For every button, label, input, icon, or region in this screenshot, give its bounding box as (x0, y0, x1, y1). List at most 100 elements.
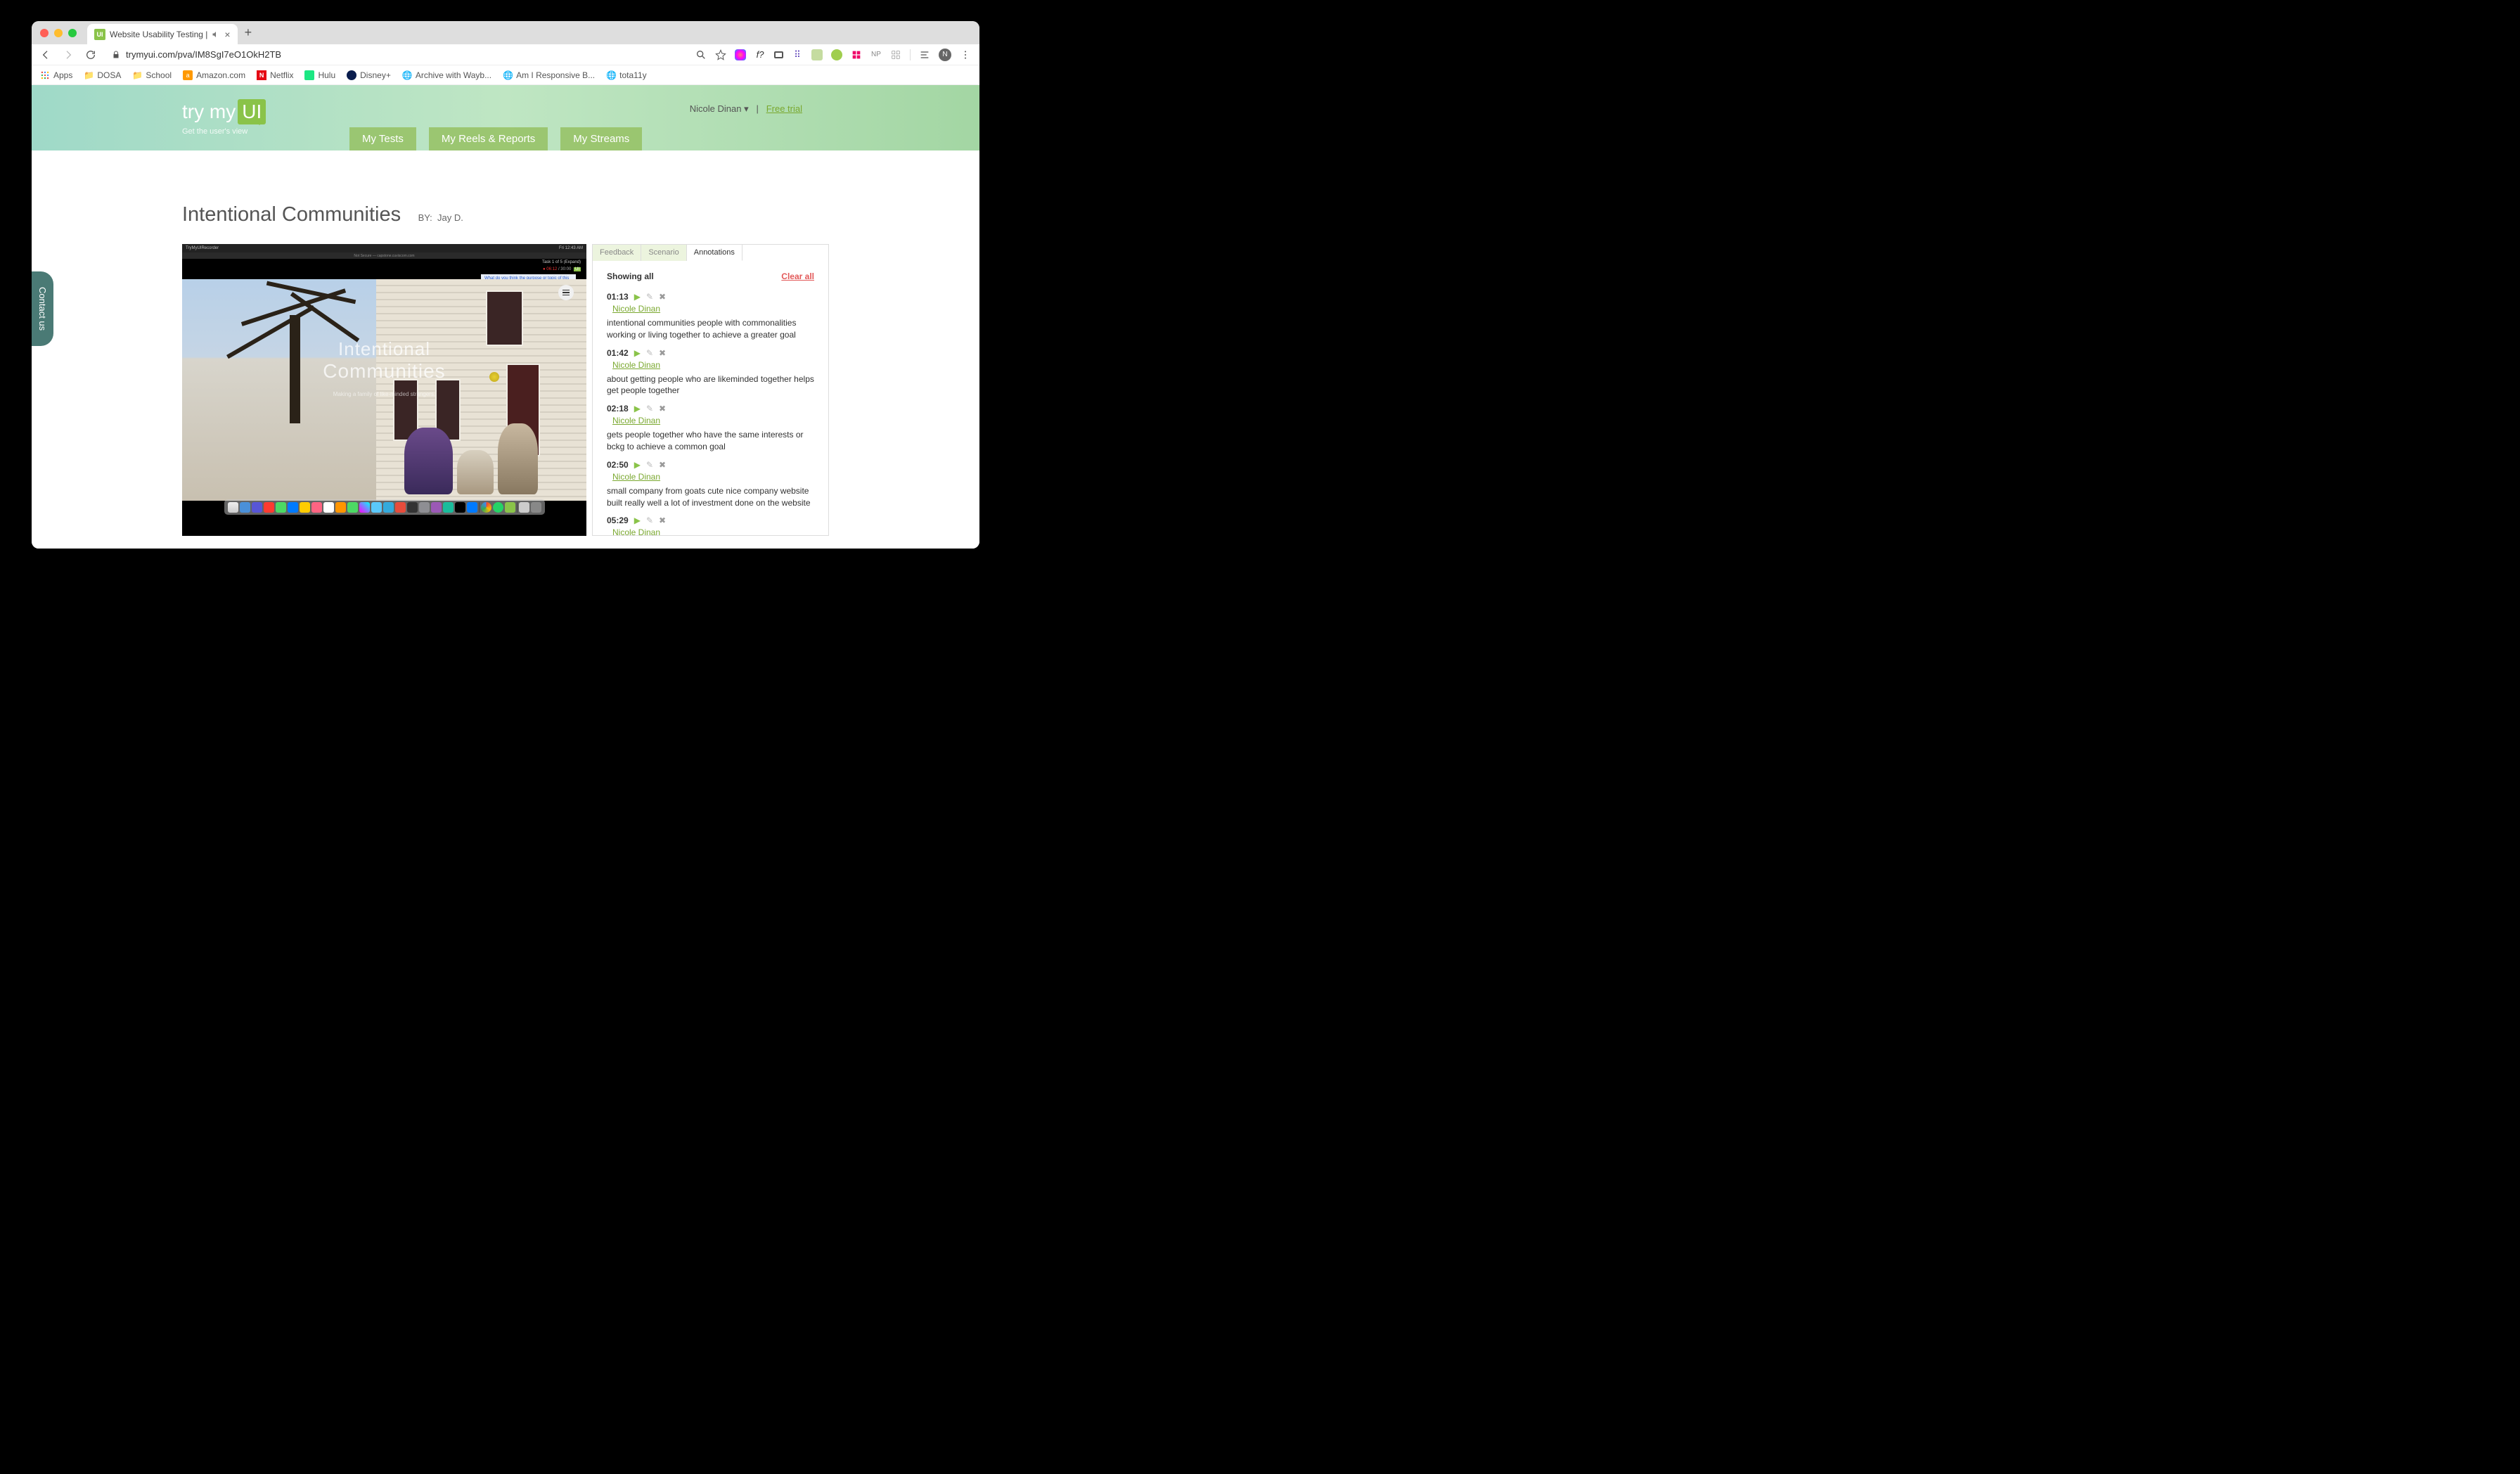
panel-tabs: Feedback Scenario Annotations (593, 245, 828, 261)
profile-avatar[interactable]: N (939, 49, 951, 61)
bookmark-disney[interactable]: Disney+ (347, 70, 391, 80)
nav-back-button[interactable] (40, 49, 51, 60)
annotation-timestamp: 05:29 (607, 515, 629, 525)
annotation-text: gets people together who have the same i… (607, 429, 814, 453)
annotation-list: 01:13 ▶ ✎ ✖ Nicole Dinan intentional com… (607, 292, 814, 535)
nav-my-streams[interactable]: My Streams (560, 127, 642, 150)
edit-icon[interactable]: ✎ (646, 348, 653, 358)
tab-scenario[interactable]: Scenario (641, 245, 686, 261)
showing-header: Showing all Clear all (607, 271, 814, 281)
annotation-item: 02:18 ▶ ✎ ✖ Nicole Dinan gets people tog… (607, 404, 814, 453)
ext-icon-4[interactable]: ⠿ (792, 49, 803, 60)
annotation-author-link[interactable]: Nicole Dinan (612, 472, 660, 482)
macos-dock (224, 499, 545, 515)
video-timer: ● 06:12 / 30:00 UI (543, 267, 581, 271)
tab-audio-icon[interactable] (212, 30, 220, 39)
bookmark-dosa[interactable]: 📁DOSA (84, 70, 121, 80)
tab-annotations[interactable]: Annotations (687, 245, 742, 261)
delete-icon[interactable]: ✖ (659, 515, 666, 525)
annotation-author-link[interactable]: Nicole Dinan (612, 527, 660, 535)
zoom-icon[interactable] (695, 49, 707, 60)
bookmarks-bar: Apps 📁DOSA 📁School aAmazon.com NNetflix … (32, 65, 979, 85)
annotation-timestamp: 01:42 (607, 348, 629, 358)
bookmark-amazon[interactable]: aAmazon.com (183, 70, 245, 80)
minimize-window-button[interactable] (54, 29, 63, 37)
video-task-label: Task 1 of 5 (Expand) (542, 260, 581, 264)
ext-icon-8[interactable]: NP (870, 49, 882, 60)
ext-icon-1[interactable] (735, 49, 746, 60)
edit-icon[interactable]: ✎ (646, 515, 653, 525)
figure-3 (498, 423, 539, 494)
annotation-timestamp: 02:18 (607, 404, 629, 414)
url-toolbar: trymyui.com/pva/IM8SgI7eO1OkH2TB f? ⠿ NP… (32, 44, 979, 65)
site-tagline: Get the user's view (182, 127, 248, 136)
tab-close-button[interactable]: × (224, 29, 230, 40)
bookmark-apps[interactable]: Apps (40, 70, 72, 80)
tab-title: Website Usability Testing | (110, 30, 207, 39)
main-nav: My Tests My Reels & Reports My Streams (349, 127, 642, 150)
maximize-window-button[interactable] (68, 29, 77, 37)
clear-all-link[interactable]: Clear all (781, 271, 814, 281)
free-trial-link[interactable]: Free trial (766, 103, 802, 114)
ext-icon-9[interactable] (890, 49, 901, 60)
edit-icon[interactable]: ✎ (646, 460, 653, 470)
delete-icon[interactable]: ✖ (659, 292, 666, 302)
play-icon[interactable]: ▶ (634, 460, 641, 470)
bookmark-hulu[interactable]: Hulu (304, 70, 335, 80)
reading-list-icon[interactable] (919, 49, 930, 60)
annotation-author-link[interactable]: Nicole Dinan (612, 360, 660, 370)
annotation-item: 01:13 ▶ ✎ ✖ Nicole Dinan intentional com… (607, 292, 814, 341)
close-window-button[interactable] (40, 29, 49, 37)
contact-us-tab[interactable]: Contact us (32, 271, 53, 346)
annotations-panel: Feedback Scenario Annotations Showing al… (592, 244, 829, 536)
play-icon[interactable]: ▶ (634, 348, 641, 358)
video-player[interactable]: TryMyUIRecorder Fri 12:43 AM Not Secure … (182, 244, 586, 536)
bookmark-netflix[interactable]: NNetflix (257, 70, 293, 80)
video-hero-text: Intentional Communities Making a family … (323, 338, 445, 397)
video-menubar: TryMyUIRecorder Fri 12:43 AM (182, 244, 586, 252)
star-icon[interactable] (715, 49, 726, 60)
page-content: Contact us try myUI Get the user's view … (32, 85, 979, 549)
reload-button[interactable] (85, 49, 96, 60)
bookmark-archive[interactable]: 🌐Archive with Wayb... (402, 70, 491, 80)
annotation-author-link[interactable]: Nicole Dinan (612, 304, 660, 314)
browser-tab[interactable]: UI Website Usability Testing | × (87, 24, 238, 44)
site-logo[interactable]: try myUI (182, 99, 266, 124)
edit-icon[interactable]: ✎ (646, 404, 653, 414)
nav-my-tests[interactable]: My Tests (349, 127, 416, 150)
address-bar[interactable]: trymyui.com/pva/IM8SgI7eO1OkH2TB (105, 49, 687, 60)
new-tab-button[interactable]: + (245, 25, 252, 40)
ext-icon-5[interactable] (811, 49, 823, 60)
user-name-dropdown[interactable]: Nicole Dinan ▾ (690, 103, 749, 114)
play-icon[interactable]: ▶ (634, 404, 641, 414)
ext-icon-2[interactable]: f? (754, 49, 766, 60)
video-frame-scene: Intentional Communities Making a family … (182, 279, 586, 501)
hamburger-icon (558, 285, 574, 300)
browser-menu-button[interactable] (960, 49, 971, 60)
bookmark-responsive[interactable]: 🌐Am I Responsive B... (503, 70, 595, 80)
byline: BY: Jay D. (418, 212, 463, 223)
bookmark-tota11y[interactable]: 🌐tota11y (606, 70, 646, 80)
video-urlbar: Not Secure — capstone.cuviscom.com (182, 252, 586, 259)
bookmark-school[interactable]: 📁School (132, 70, 172, 80)
showing-label: Showing all (607, 271, 654, 281)
ext-icon-7[interactable] (851, 49, 862, 60)
delete-icon[interactable]: ✖ (659, 404, 666, 414)
edit-icon[interactable]: ✎ (646, 292, 653, 302)
tab-feedback[interactable]: Feedback (593, 245, 641, 261)
window-controls (40, 29, 77, 37)
nav-my-reels[interactable]: My Reels & Reports (429, 127, 548, 150)
page-title: Intentional Communities (182, 203, 401, 226)
ext-icon-6[interactable] (831, 49, 842, 60)
annotation-timestamp: 01:13 (607, 292, 629, 302)
play-icon[interactable]: ▶ (634, 515, 641, 525)
annotation-author-link[interactable]: Nicole Dinan (612, 416, 660, 425)
delete-icon[interactable]: ✖ (659, 460, 666, 470)
annotation-text: intentional communities people with comm… (607, 317, 814, 341)
ext-icon-3[interactable] (774, 51, 783, 58)
annotation-item: 01:42 ▶ ✎ ✖ Nicole Dinan about getting p… (607, 348, 814, 397)
nav-forward-button[interactable] (63, 49, 74, 60)
play-icon[interactable]: ▶ (634, 292, 641, 302)
toolbar-right-icons: f? ⠿ NP N (695, 49, 971, 61)
delete-icon[interactable]: ✖ (659, 348, 666, 358)
